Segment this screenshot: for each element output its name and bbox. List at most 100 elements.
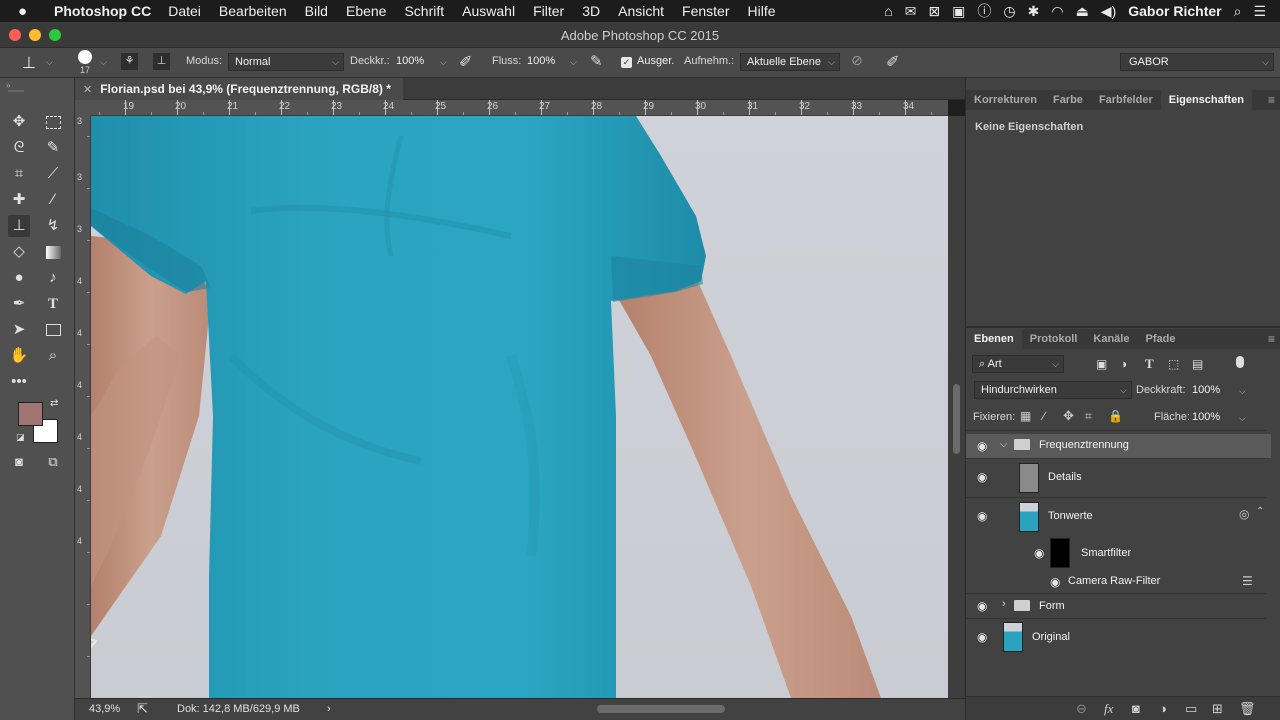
lock-pixels-icon[interactable]: ∕ — [1043, 409, 1045, 423]
new-adjustment-layer-icon[interactable]: ◑ — [1159, 701, 1167, 716]
filter-shape-icon[interactable]: ⬚ — [1168, 357, 1179, 371]
fill-chevron-icon[interactable]: ⌵ — [1239, 413, 1246, 424]
new-layer-icon[interactable]: ⊞ — [1212, 701, 1223, 717]
filter-pixel-icon[interactable]: ▣ — [1096, 357, 1107, 371]
layer-row-frequenztrennung[interactable]: ◉ ⌵ Frequenztrennung — [966, 434, 1271, 458]
ignore-adjustment-icon[interactable]: ⊘ — [851, 52, 863, 69]
menu-ansicht[interactable]: Ansicht — [618, 3, 664, 19]
export-icon[interactable]: ⇱ — [137, 701, 148, 717]
marquee-tool-icon[interactable] — [42, 111, 64, 133]
crop-tool-icon[interactable]: ⌗ — [8, 163, 30, 185]
sample-dropdown[interactable]: Aktuelle Ebene ⌵ — [740, 53, 840, 71]
vertical-ruler[interactable]: 3 3 3 4 4 4 4 4 4 — [75, 116, 91, 698]
tab-farbfelder[interactable]: Farbfelder — [1091, 90, 1161, 110]
blur-tool-icon[interactable]: ● — [8, 267, 30, 289]
visibility-eye-icon[interactable]: ◉ — [977, 470, 987, 484]
layer-opacity-value[interactable]: 100% — [1192, 384, 1220, 396]
group-collapsed-chevron-icon[interactable]: › — [1002, 598, 1006, 610]
mode-dropdown[interactable]: Normal ⌵ — [228, 53, 344, 71]
ruler-origin[interactable] — [75, 100, 91, 116]
layer-style-fx-icon[interactable]: fx — [1104, 701, 1113, 717]
gradient-tool-icon[interactable] — [42, 241, 64, 263]
zoom-level[interactable]: 43,9% — [89, 703, 120, 715]
menu-3d[interactable]: 3D — [582, 3, 600, 19]
visibility-eye-icon[interactable]: ◉ — [977, 509, 987, 523]
menu-auswahl[interactable]: Auswahl — [462, 3, 515, 19]
layer-row-form[interactable]: ◉ › Form — [966, 594, 1271, 618]
visibility-eye-icon[interactable]: ◉ — [977, 630, 987, 644]
add-mask-icon[interactable]: ◙ — [1132, 701, 1140, 716]
brush-panel-icon[interactable]: ⚘ — [121, 53, 138, 70]
flow-value[interactable]: 100% — [527, 55, 555, 67]
fill-value[interactable]: 100% — [1192, 411, 1220, 423]
menu-bild[interactable]: Bild — [305, 3, 328, 19]
blend-mode-dropdown[interactable]: Hindurchwirken ⌵ — [974, 381, 1132, 399]
tab-protokoll[interactable]: Protokoll — [1022, 329, 1086, 349]
brush-preview-icon[interactable] — [78, 50, 92, 64]
type-tool-icon[interactable]: T — [42, 293, 64, 315]
display-icon[interactable]: ▣ — [952, 3, 965, 20]
collapse-effects-icon[interactable]: ⌃ — [1256, 506, 1264, 517]
panel-menu-icon[interactable]: ≡ — [1268, 332, 1275, 346]
move-tool-icon[interactable]: ✥ — [8, 111, 30, 133]
filter-blending-options-icon[interactable]: ☰ — [1242, 574, 1253, 588]
opacity-chevron-icon[interactable]: ⌵ — [440, 57, 447, 68]
layer-row-details[interactable]: ◉ Details — [966, 459, 1271, 497]
healing-brush-tool-icon[interactable]: ✚ — [8, 189, 30, 211]
spotlight-icon[interactable]: ⌕ — [1234, 3, 1242, 20]
clone-source-icon[interactable]: ⊥ — [153, 53, 170, 70]
rectangle-tool-icon[interactable] — [42, 319, 64, 341]
quick-selection-tool-icon[interactable]: ✎ — [42, 137, 64, 159]
visibility-eye-icon[interactable]: ◉ — [977, 599, 987, 613]
layer-row-original[interactable]: ◉ Original — [966, 619, 1271, 655]
filter-type-icon[interactable]: T — [1145, 356, 1154, 372]
foreground-color-swatch[interactable] — [18, 402, 43, 426]
group-expand-chevron-icon[interactable]: ⌵ — [1000, 439, 1008, 450]
vertical-scroll-thumb[interactable] — [953, 384, 960, 454]
tab-kanaele[interactable]: Kanäle — [1085, 329, 1137, 349]
tab-ebenen[interactable]: Ebenen — [966, 329, 1022, 349]
filter-smart-object-icon[interactable]: ▤ — [1192, 357, 1203, 371]
home-icon[interactable]: ⌂ — [884, 3, 892, 19]
user-name[interactable]: Gabor Richter — [1128, 3, 1221, 19]
pen-tool-icon[interactable]: ✒ — [8, 293, 30, 315]
record-icon[interactable]: ⊠ — [928, 3, 940, 20]
notification-list-icon[interactable]: ☰ — [1253, 3, 1266, 20]
mail-icon[interactable]: ✉ — [905, 3, 917, 20]
brush-chevron-icon[interactable]: ⌵ — [100, 57, 107, 68]
delete-layer-icon[interactable]: 🗑 — [1239, 701, 1256, 717]
brush-tool-icon[interactable]: ∕ — [42, 189, 64, 211]
vertical-scrollbar[interactable] — [948, 116, 965, 698]
menu-schrift[interactable]: Schrift — [404, 3, 444, 19]
tab-pfade[interactable]: Pfade — [1137, 329, 1183, 349]
pressure-size-icon[interactable]: ✐ — [886, 52, 899, 72]
screen-mode-icon[interactable]: ⧉ — [42, 451, 64, 473]
tab-farbe[interactable]: Farbe — [1045, 90, 1091, 110]
lock-artboard-icon[interactable]: ⌗ — [1085, 409, 1092, 424]
menu-datei[interactable]: Datei — [168, 3, 201, 19]
document-tab[interactable]: ✕ Florian.psd bei 43,9% (Frequenztrennun… — [75, 78, 403, 100]
tab-eigenschaften[interactable]: Eigenschaften — [1160, 90, 1252, 110]
info-icon[interactable]: ⓘ — [977, 1, 991, 21]
link-layers-icon[interactable]: ⊖ — [1076, 701, 1087, 717]
bluetooth-icon[interactable]: ✱ — [1028, 3, 1040, 20]
time-machine-icon[interactable]: ◷ — [1003, 3, 1015, 20]
menu-bearbeiten[interactable]: Bearbeiten — [219, 3, 287, 19]
eject-icon[interactable]: ⏏ — [1076, 3, 1089, 20]
new-group-icon[interactable]: ▭ — [1185, 701, 1197, 717]
lock-all-icon[interactable]: 🔒 — [1108, 409, 1123, 423]
dodge-tool-icon[interactable]: ♪ — [42, 267, 64, 289]
opacity-value[interactable]: 100% — [396, 55, 424, 67]
visibility-eye-icon[interactable]: ◉ — [977, 439, 987, 453]
pressure-opacity-icon[interactable]: ✐ — [459, 52, 472, 72]
layer-row-tonwerte[interactable]: ◉ Tonwerte ◎ ⌃ — [966, 498, 1271, 536]
preset-chevron-icon[interactable]: ⌵ — [46, 57, 53, 68]
close-tab-icon[interactable]: ✕ — [83, 83, 92, 96]
flow-chevron-icon[interactable]: ⌵ — [570, 57, 577, 68]
layer-filter-dropdown[interactable]: ⌕ Art ⌵ — [972, 355, 1064, 373]
menu-ebene[interactable]: Ebene — [346, 3, 386, 19]
history-brush-tool-icon[interactable]: ↯ — [42, 215, 64, 237]
menu-filter[interactable]: Filter — [533, 3, 564, 19]
app-menu[interactable]: Photoshop CC — [54, 3, 151, 19]
toolbar-collapse-icon[interactable]: » — [6, 81, 10, 90]
